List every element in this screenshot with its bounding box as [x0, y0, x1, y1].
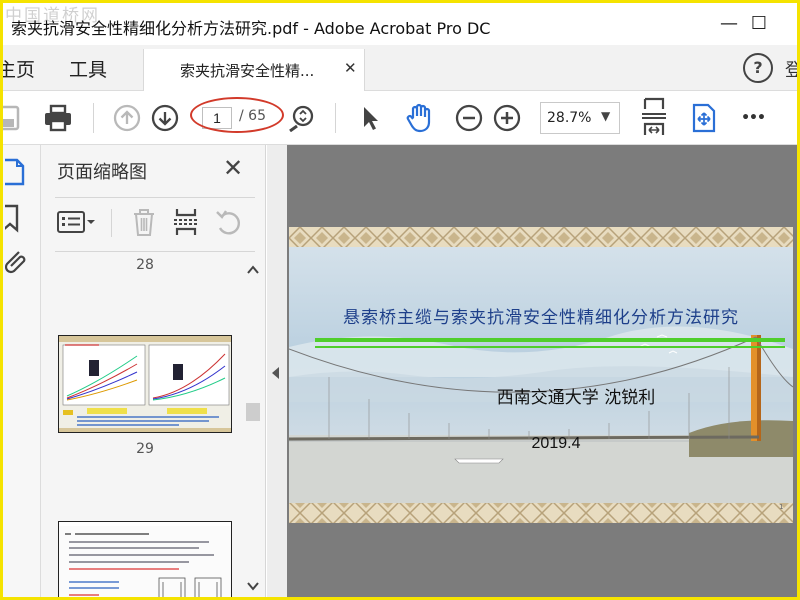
window-title: 索夹抗滑安全性精细化分析方法研究.pdf - Adobe Acrobat Pro… [11, 19, 491, 38]
panel-splitter[interactable] [267, 145, 287, 597]
page-number-label: 29 [136, 441, 154, 457]
document-tab-label: 索夹抗滑安全性精... [180, 62, 315, 80]
zoom-out-icon[interactable] [453, 101, 485, 135]
slide-background [289, 227, 793, 523]
tab-bar: 主页 工具 索夹抗滑安全性精... ✕ ? 登 [3, 45, 797, 91]
panel-divider [111, 209, 112, 237]
page-thumbnails-panel: 页面缩略图 ✕ 28 29 [41, 145, 266, 597]
zoom-value: 28.7% [547, 110, 592, 126]
toolbar: / 65 28.7% ▼ ••• [3, 91, 797, 145]
maximize-button[interactable]: ☐ [745, 11, 773, 37]
toolbar-divider [93, 103, 94, 133]
bookmark-icon[interactable] [3, 203, 33, 233]
save-icon[interactable] [3, 101, 25, 135]
attachment-icon[interactable] [4, 247, 33, 277]
select-arrow-icon[interactable] [355, 101, 385, 135]
tab-tools[interactable]: 工具 [69, 55, 107, 82]
chevron-down-icon: ▼ [601, 109, 611, 123]
insert-page-icon[interactable] [169, 205, 203, 239]
document-view[interactable]: 悬索桥主缆与索夹抗滑安全性精细化分析方法研究 西南交通大学 沈锐利 2019.4… [287, 145, 797, 597]
panel-divider [55, 251, 255, 252]
full-screen-icon[interactable] [687, 101, 721, 135]
slide-author: 西南交通大学 沈锐利 [496, 388, 656, 408]
zoom-in-icon[interactable] [491, 101, 523, 135]
print-icon[interactable] [41, 101, 75, 135]
page-thumbnail[interactable] [58, 521, 232, 597]
rotate-icon[interactable] [211, 205, 245, 239]
close-panel-icon[interactable]: ✕ [223, 155, 243, 181]
pdf-page: 悬索桥主缆与索夹抗滑安全性精细化分析方法研究 西南交通大学 沈锐利 2019.4… [289, 227, 793, 523]
collapse-panel-icon[interactable] [272, 367, 279, 379]
slide-title: 悬索桥主缆与索夹抗滑安全性精细化分析方法研究 [343, 308, 739, 328]
sign-in-label[interactable]: 登 [785, 56, 797, 82]
panel-divider [55, 197, 255, 198]
title-bar: 中国道桥网 索夹抗滑安全性精细化分析方法研究.pdf - Adobe Acrob… [3, 3, 797, 45]
help-icon[interactable]: ? [743, 53, 773, 83]
minimize-button[interactable]: — [715, 11, 743, 37]
slide-date: 2019.4 [531, 435, 581, 452]
fit-height-icon[interactable] [637, 95, 671, 139]
page-thumbnail[interactable] [58, 335, 232, 433]
panel-title: 页面缩略图 [57, 162, 147, 183]
acrobat-window: 中国道桥网 索夹抗滑安全性精细化分析方法研究.pdf - Adobe Acrob… [0, 0, 800, 600]
next-page-icon[interactable] [149, 101, 181, 135]
page-number-label: 28 [136, 257, 154, 273]
tab-document[interactable]: 索夹抗滑安全性精... ✕ [143, 49, 365, 91]
delete-icon[interactable] [127, 205, 161, 239]
more-icon[interactable]: ••• [737, 101, 769, 135]
toolbar-divider [335, 103, 336, 133]
navigation-rail [3, 145, 41, 597]
zoom-page-icon[interactable] [285, 101, 317, 135]
tab-home[interactable]: 主页 [3, 55, 35, 82]
hand-icon[interactable] [402, 101, 436, 135]
thumbnails-scrollbar[interactable] [244, 257, 262, 597]
zoom-dropdown[interactable]: 28.7% ▼ [540, 102, 620, 134]
slide-page-number: 1 [779, 503, 784, 511]
close-tab-icon[interactable]: ✕ [344, 59, 357, 77]
prev-page-icon[interactable] [111, 101, 143, 135]
red-highlight-circle [190, 97, 284, 133]
thumbnails-icon[interactable] [3, 157, 33, 187]
options-icon[interactable] [55, 205, 99, 239]
